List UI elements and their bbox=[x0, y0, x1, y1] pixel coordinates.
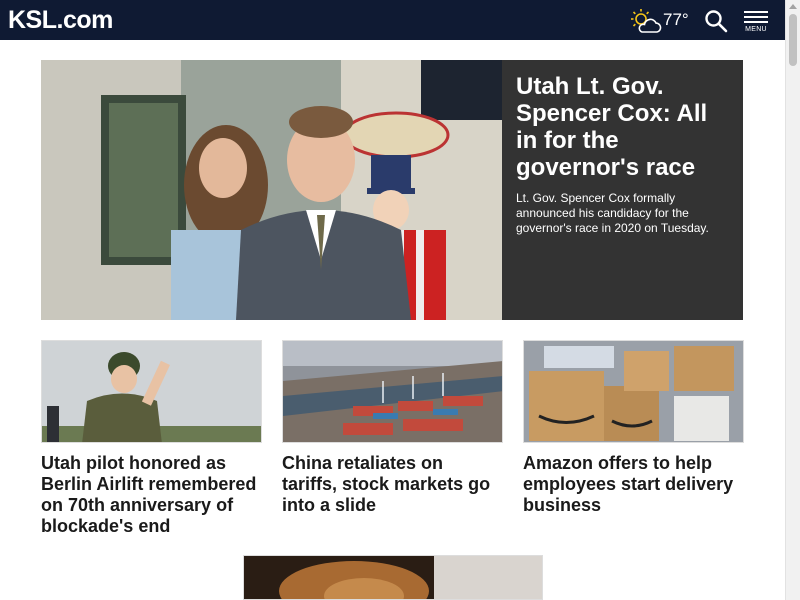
hamburger-icon-bar bbox=[744, 11, 768, 13]
partly-cloudy-icon bbox=[631, 9, 662, 33]
story-card[interactable]: Utah pilot honored as Berlin Airlift rem… bbox=[41, 340, 262, 537]
page-scrollbar[interactable] bbox=[785, 0, 800, 600]
search-button[interactable] bbox=[704, 9, 728, 33]
menu-button[interactable]: MENU bbox=[742, 10, 770, 36]
story-photo[interactable] bbox=[282, 340, 503, 443]
site-logo[interactable]: KSL.com bbox=[8, 5, 113, 35]
search-icon bbox=[705, 10, 728, 33]
story-photo[interactable] bbox=[523, 340, 744, 443]
story-card[interactable]: Amazon offers to help employees start de… bbox=[523, 340, 744, 516]
hamburger-icon-bar bbox=[744, 21, 768, 23]
hero-text-panel[interactable]: Utah Lt. Gov. Spencer Cox: All in for th… bbox=[502, 60, 743, 320]
hero-photo[interactable] bbox=[41, 60, 502, 320]
site-header: KSL.com 77° MENU bbox=[0, 0, 785, 40]
temperature-reading[interactable]: 77° bbox=[663, 9, 689, 31]
hero-headline[interactable]: Utah Lt. Gov. Spencer Cox: All in for th… bbox=[516, 73, 731, 181]
story-photo[interactable] bbox=[41, 340, 262, 443]
scroll-thumb[interactable] bbox=[789, 14, 797, 66]
story-headline[interactable]: China retaliates on tariffs, stock marke… bbox=[282, 453, 503, 516]
hero-story[interactable]: Utah Lt. Gov. Spencer Cox: All in for th… bbox=[41, 60, 743, 320]
menu-label: MENU bbox=[745, 26, 767, 33]
scroll-up-arrow-icon[interactable] bbox=[789, 4, 797, 9]
hero-summary: Lt. Gov. Spencer Cox formally announced … bbox=[516, 191, 709, 235]
story-card[interactable]: China retaliates on tariffs, stock marke… bbox=[282, 340, 503, 516]
story-photo[interactable] bbox=[243, 555, 543, 600]
story-headline[interactable]: Utah pilot honored as Berlin Airlift rem… bbox=[41, 453, 262, 537]
story-headline[interactable]: Amazon offers to help employees start de… bbox=[523, 453, 744, 516]
hamburger-icon-bar bbox=[744, 16, 768, 18]
